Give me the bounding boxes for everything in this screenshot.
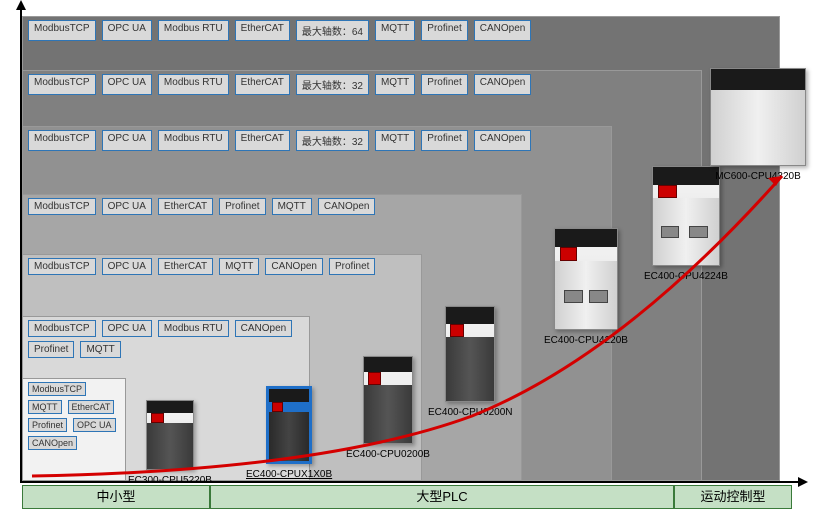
device-label: EC400-CPU4224B	[644, 271, 728, 282]
protocol-tag: MQTT	[219, 258, 259, 275]
protocol-tag: MQTT	[80, 341, 120, 358]
protocol-tag: CANOpen	[318, 198, 376, 215]
protocol-tag: OPC UA	[102, 74, 152, 95]
device-ec400-4224b: EC400-CPU4224B	[644, 166, 728, 282]
device-label: EC400-CPU4220B	[544, 335, 628, 346]
protocol-tag: Modbus RTU	[158, 320, 229, 337]
protocol-tag: ModbusTCP	[28, 382, 86, 396]
protocol-tag: MQTT	[375, 20, 415, 41]
protocol-tag: Profinet	[329, 258, 375, 275]
protocol-tag: CANOpen	[28, 436, 77, 450]
tier-2-tags: ModbusTCP OPC UA Modbus RTU CANOpen Profinet…	[22, 316, 300, 362]
protocol-tag: MQTT	[375, 74, 415, 95]
device-label: EC400-CPU0200B	[346, 449, 430, 460]
tier-4-tags: ModbusTCP OPC UA EtherCAT Profinet MQTT CANOp…	[22, 194, 502, 219]
protocol-tag: CANOpen	[474, 130, 532, 151]
device-ec400-0200n: EC400-CPU0200N	[428, 306, 513, 418]
protocol-tag: Profinet	[28, 341, 74, 358]
protocol-tag: MQTT	[375, 130, 415, 151]
protocol-tag: Profinet	[421, 20, 467, 41]
protocol-tag: EtherCAT	[235, 130, 290, 151]
protocol-tag: EtherCAT	[68, 400, 115, 414]
protocol-tag: ModbusTCP	[28, 20, 96, 41]
protocol-tag: EtherCAT	[235, 20, 290, 41]
device-label: MC600-CPU4320B	[710, 171, 806, 182]
protocol-tag: Profinet	[28, 418, 67, 432]
product-tier-chart: ModbusTCP OPC UA Modbus RTU EtherCAT 最大轴数：64…	[20, 8, 800, 513]
axis-label-motion: 运动控制型	[674, 485, 792, 509]
protocol-tag: MQTT	[272, 198, 312, 215]
protocol-tag: OPC UA	[102, 20, 152, 41]
tier-3-tags: ModbusTCP OPC UA EtherCAT MQTT CANOpen Profin…	[22, 254, 402, 279]
protocol-tag: CANOpen	[265, 258, 323, 275]
protocol-tag: CANOpen	[474, 20, 532, 41]
axis-label-small: 中小型	[22, 485, 210, 509]
protocol-tag: ModbusTCP	[28, 258, 96, 275]
protocol-tag: EtherCAT	[158, 258, 213, 275]
device-mc600: MC600-CPU4320B	[710, 68, 806, 182]
device-ec400-4220b: EC400-CPU4220B	[544, 228, 628, 346]
protocol-tag: EtherCAT	[235, 74, 290, 95]
protocol-tag: ModbusTCP	[28, 74, 96, 95]
tier-7-tags: ModbusTCP OPC UA Modbus RTU EtherCAT 最大轴数：64…	[22, 16, 762, 45]
device-ec400-0200b: EC400-CPU0200B	[346, 356, 430, 460]
protocol-tag: OPC UA	[102, 130, 152, 151]
protocol-tag: ModbusTCP	[28, 320, 96, 337]
protocol-tag: 最大轴数：64	[296, 20, 369, 41]
tier-5-tags: ModbusTCP OPC UA Modbus RTU EtherCAT 最大轴数：32…	[22, 126, 592, 155]
protocol-tag: Profinet	[219, 198, 265, 215]
device-ec400-x1x0b: EC400-CPUX1X0B	[246, 386, 332, 480]
protocol-tag: Modbus RTU	[158, 74, 229, 95]
protocol-tag: Modbus RTU	[158, 130, 229, 151]
tier-1-tags: ModbusTCP MQTT EtherCATProfinet OPC UA CANOp…	[22, 378, 122, 454]
protocol-tag: OPC UA	[102, 258, 152, 275]
tier-6-tags: ModbusTCP OPC UA Modbus RTU EtherCAT 最大轴数：32…	[22, 70, 682, 99]
protocol-tag: MQTT	[28, 400, 62, 414]
protocol-tag: 最大轴数：32	[296, 74, 369, 95]
protocol-tag: 最大轴数：32	[296, 130, 369, 151]
x-axis-categories: 中小型 大型PLC 运动控制型	[22, 485, 792, 509]
protocol-tag: OPC UA	[73, 418, 116, 432]
protocol-tag: CANOpen	[474, 74, 532, 95]
device-ec300: EC300-CPU5220B	[128, 400, 212, 486]
device-label: EC400-CPUX1X0B	[246, 469, 332, 480]
protocol-tag: Profinet	[421, 130, 467, 151]
protocol-tag: ModbusTCP	[28, 130, 96, 151]
protocol-tag: Modbus RTU	[158, 20, 229, 41]
axis-label-large: 大型PLC	[210, 485, 674, 509]
protocol-tag: CANOpen	[235, 320, 293, 337]
protocol-tag: OPC UA	[102, 198, 152, 215]
protocol-tag: ModbusTCP	[28, 198, 96, 215]
protocol-tag: EtherCAT	[158, 198, 213, 215]
protocol-tag: OPC UA	[102, 320, 152, 337]
protocol-tag: Profinet	[421, 74, 467, 95]
device-label: EC400-CPU0200N	[428, 407, 513, 418]
